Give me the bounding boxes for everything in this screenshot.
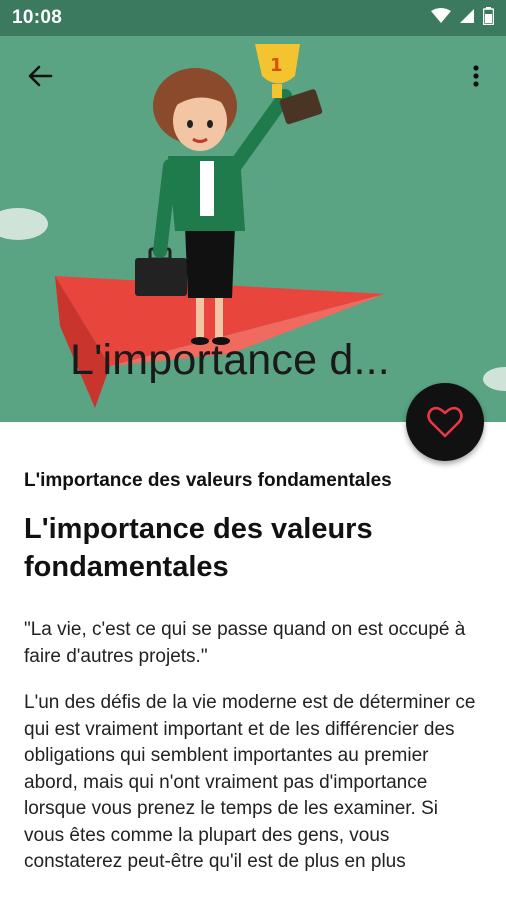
favorite-button[interactable] xyxy=(406,383,484,461)
svg-text:1: 1 xyxy=(270,55,283,76)
status-icons xyxy=(431,6,495,30)
arrow-back-icon xyxy=(28,65,53,87)
heart-outline-icon xyxy=(427,406,463,438)
article-paragraph: L'un des défis de la vie moderne est de … xyxy=(24,692,476,872)
status-bar: 10:08 xyxy=(0,0,506,36)
article-quote: "La vie, c'est ce qui se passe quand on … xyxy=(24,619,466,667)
wifi-icon xyxy=(431,7,451,29)
hero-banner: 1 L'importance d... xyxy=(0,36,506,422)
hero-title: L'importance d... xyxy=(70,336,390,384)
back-button[interactable] xyxy=(20,56,60,96)
status-time: 10:08 xyxy=(12,7,63,28)
battery-icon xyxy=(482,6,495,30)
overflow-menu-button[interactable] xyxy=(460,56,492,96)
signal-icon xyxy=(459,8,475,29)
more-vert-icon xyxy=(473,65,479,87)
article-heading: L'importance des valeurs fondamentales xyxy=(24,513,373,583)
article-subtitle: L'importance des valeurs fondamentales xyxy=(24,470,392,491)
article-content: L'importance des valeurs fondamentales L… xyxy=(0,422,506,876)
